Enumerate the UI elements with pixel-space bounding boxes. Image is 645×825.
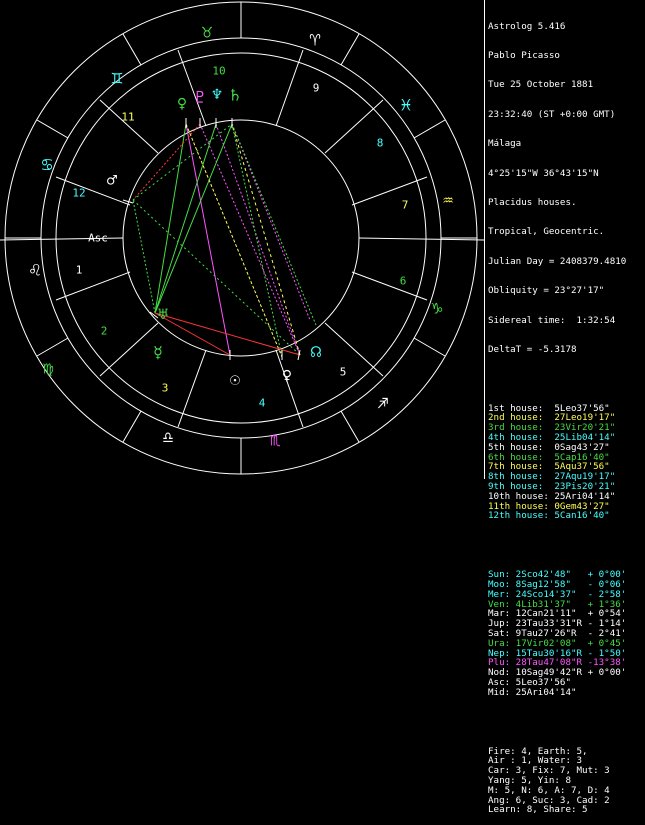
house-number: 7 [402, 199, 409, 212]
stats-row: M: 5, N: 6, A: 7, D: 4 [488, 784, 610, 796]
zodiac-sign-icon: ♐ [378, 393, 389, 414]
planet-row: Moo: 8Sag12'58" - 0°06' [488, 579, 627, 591]
planet-row: Sat: 9Tau27'26"R - 2°41' [488, 628, 627, 639]
planet-row: Ven: 4Lib31'37" + 1°36' [488, 598, 627, 610]
house-number: 12 [72, 187, 85, 200]
zodiac-sign-icon: ♍ [43, 358, 54, 379]
birth-date: Tue 25 October 1881 [488, 79, 594, 91]
house-number: 1 [76, 264, 83, 277]
zodiac-sign-icon: ♒ [443, 190, 454, 211]
delta-t: DeltaT = -5.3178 [488, 343, 577, 355]
planet-glyph-icon: ♆ [212, 85, 222, 105]
julian-day: Julian Day = 2408379.4810 [488, 255, 627, 267]
stats-row: Ang: 6, Suc: 3, Cad: 2 [488, 794, 610, 806]
planet-row: Mer: 24Sco14'37" - 2°58' [488, 588, 627, 600]
planet-row: Sun: 2Sco42'48" + 0°00' [488, 569, 627, 581]
stats-row: Car: 3, Fix: 7, Mut: 3 [488, 765, 610, 777]
zodiac-sign-icon: ♊ [112, 68, 123, 89]
planets-list: Sun: 2Sco42'48" + 0°00' Moo: 8Sag12'58" -… [488, 570, 644, 697]
stats-row: Yang: 5, Yin: 8 [488, 774, 571, 786]
obliquity: Obliquity = 23°27'17" [488, 285, 605, 297]
house-row: 12th house: 5Can16'40" [488, 510, 610, 522]
birth-coords: 4°25'15"W 36°43'15"N [488, 167, 599, 179]
birth-time: 23:32:40 (ST +0:00 GMT) [488, 108, 616, 120]
planet-glyph-icon: ♄ [230, 86, 240, 106]
planet-row: Nep: 15Tau30'16"R - 1°50' [488, 647, 627, 659]
planet-row: Plu: 28Tau47'08"R -13°38' [488, 657, 627, 669]
zodiac-sign-icon: ♋ [42, 155, 53, 176]
planet-row: Nod: 10Sag49'42"R + 0°00' [488, 667, 627, 679]
planet-glyph-icon: ☿ [153, 343, 163, 363]
stats-row: Air : 1, Water: 3 [488, 755, 583, 767]
house-number: 2 [101, 325, 108, 338]
chart-name: Pablo Picasso [488, 49, 560, 61]
planet-glyph-icon: ♀ [177, 94, 187, 114]
house-system: Placidus houses. [488, 196, 577, 208]
zodiac-sign-icon: ♎ [163, 428, 174, 449]
stats-row: Learn: 8, Share: 5 [488, 804, 588, 816]
house-number: 4 [259, 397, 266, 410]
asc-label: Asc [88, 232, 108, 245]
info-panel: Astrolog 5.416 Pablo Picasso Tue 25 Octo… [488, 2, 644, 814]
outer-ring [4, 1, 478, 475]
stats-list: Fire: 4, Earth: 5, Air : 1, Water: 3 Car: … [488, 745, 644, 816]
planet-glyph-icon: ♀ [282, 366, 292, 386]
stats-row: Fire: 4, Earth: 5, [488, 745, 588, 757]
zodiac-sign-icon: ♈ [310, 30, 321, 51]
zodiac-sign-icon: ♑ [432, 298, 443, 319]
house-number: 3 [162, 382, 169, 395]
house-row: 10th house: 25Ari04'14" [488, 490, 616, 502]
planet-row: Asc: 5Leo37'56" [488, 676, 588, 688]
zodiac-sign-icon: ♓ [401, 95, 412, 116]
house-number: 5 [340, 366, 347, 379]
house-number: 6 [400, 275, 407, 288]
house-number: 8 [377, 137, 384, 150]
house-row: 9th house: 23Pis20'21" [488, 481, 616, 493]
house-number: 11 [121, 111, 134, 124]
planet-glyph-icon: ☉ [230, 370, 240, 390]
program-title: Astrolog 5.416 [488, 20, 566, 32]
zodiac-sign-icon: ♉ [202, 22, 213, 43]
zodiac-sign-icon: ♌ [30, 260, 41, 281]
planet-glyph-icon: ♅ [158, 305, 169, 325]
house-number: 10 [212, 65, 225, 78]
birth-place: Málaga [488, 138, 522, 150]
planet-row: Mar: 12Can21'11" + 0°54' [488, 608, 627, 620]
planet-glyph-icon: ☊ [311, 342, 322, 362]
planet-row: Ura: 17Vir02'08" + 0°45' [488, 637, 627, 649]
panel-divider [484, 0, 485, 479]
zodiac-type: Tropical, Geocentric. [488, 226, 605, 238]
chart-wheel: ♈♉♊♋♌♍♎ ♏♐♑♒♓123456789101112Asc♀ ♇ ♆ ♄♂☿☉ ♀☊♅ [0, 1, 484, 475]
planet-glyph-icon: ♂ [107, 171, 118, 191]
planet-ticks [122, 118, 301, 361]
house-row: 8th house: 27Aqu19'17" [488, 471, 616, 483]
sidereal-time: Sidereal time: 1:32:54 [488, 314, 616, 326]
houses-list: 1st house: 5Leo37'56" 2nd house: 27Leo19'… [488, 403, 644, 522]
planet-glyph-icon: ♇ [195, 88, 205, 108]
sign-dividers [5, 2, 477, 474]
planet-row: Jup: 23Tau33'31"R - 1°14' [488, 618, 627, 630]
zodiac-sign-icon: ♏ [270, 430, 281, 451]
house-number: 9 [313, 82, 320, 95]
house-row: 11th house: 0Gem43'27" [488, 500, 610, 512]
planet-row: Mid: 25Ari04'14" [488, 686, 588, 698]
